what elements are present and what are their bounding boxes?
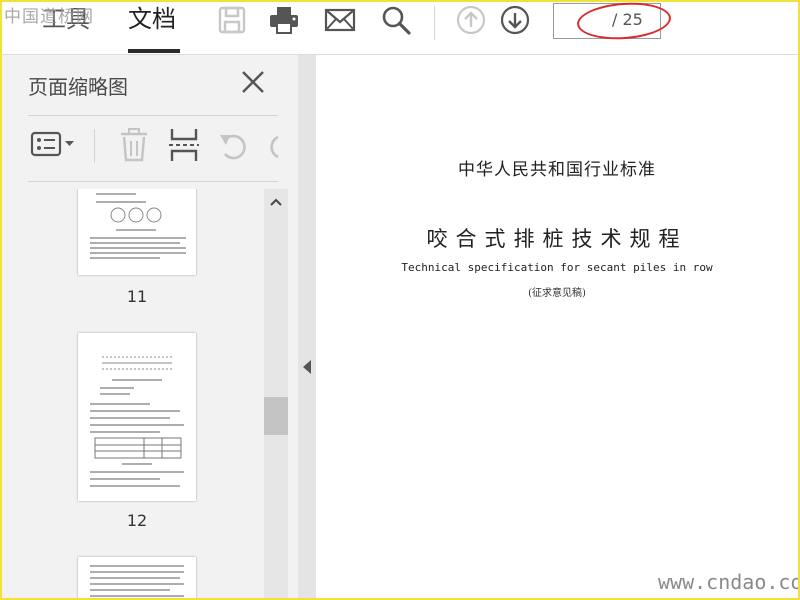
tab-document[interactable]: 文档 <box>128 4 176 34</box>
thumbnail-sidebar: 页面缩略图 11 12 <box>2 55 298 598</box>
page-thumbnail[interactable] <box>78 557 196 598</box>
mail-icon[interactable] <box>324 4 356 36</box>
extract-pages-icon[interactable] <box>166 125 202 165</box>
scrollbar-thumb[interactable] <box>264 397 288 435</box>
diagram-sketch <box>102 356 172 370</box>
active-tab-indicator <box>128 49 180 53</box>
thumbnail-label: 12 <box>126 511 148 530</box>
draft-note: (征求意见稿) <box>528 288 586 299</box>
rotate-left-icon[interactable] <box>216 125 252 165</box>
standard-category: 中华人民共和国行业标准 <box>458 160 656 180</box>
rotate-right-icon[interactable] <box>266 125 280 165</box>
collapse-arrow-icon[interactable] <box>303 360 311 374</box>
toolbar-separator <box>434 6 435 40</box>
table-sketch <box>94 437 182 459</box>
page-thumbnail[interactable] <box>78 333 196 501</box>
thumbnail-list: 11 12 <box>28 189 264 598</box>
sidebar-title: 页面缩略图 <box>28 75 128 99</box>
sidebar-splitter[interactable] <box>298 55 316 598</box>
chevron-up-icon[interactable] <box>270 197 282 207</box>
toolbar-separator <box>94 129 95 163</box>
english-title: Technical specification for secant piles… <box>401 261 713 274</box>
print-icon[interactable] <box>268 4 300 36</box>
sidebar-divider <box>28 181 278 182</box>
save-icon[interactable] <box>216 4 248 36</box>
close-icon[interactable] <box>238 67 268 97</box>
thumbnail-scrollbar[interactable] <box>264 189 288 598</box>
watermark-logo: 中国道桥网 <box>4 7 94 27</box>
document-title: 咬合式排桩技术规程 <box>426 227 688 251</box>
diagram-sketch <box>110 207 162 223</box>
delete-icon[interactable] <box>116 125 152 165</box>
app-window: 工具 中国道桥网 文档 / 25 页面缩略图 11 12 中华人民共和国行业标准… <box>0 0 800 600</box>
search-icon[interactable] <box>380 4 412 36</box>
sidebar-divider <box>28 115 278 116</box>
page-up-icon[interactable] <box>455 4 487 36</box>
page-thumbnail[interactable] <box>78 189 196 275</box>
document-page: 中华人民共和国行业标准 咬合式排桩技术规程 Technical specific… <box>316 55 798 598</box>
thumbnail-label: 11 <box>126 287 148 306</box>
top-toolbar: 工具 中国道桥网 文档 / 25 <box>2 2 798 55</box>
site-watermark: www.cndao.com <box>658 570 800 594</box>
thumbnail-options-icon[interactable] <box>30 125 78 165</box>
page-down-icon[interactable] <box>499 4 531 36</box>
